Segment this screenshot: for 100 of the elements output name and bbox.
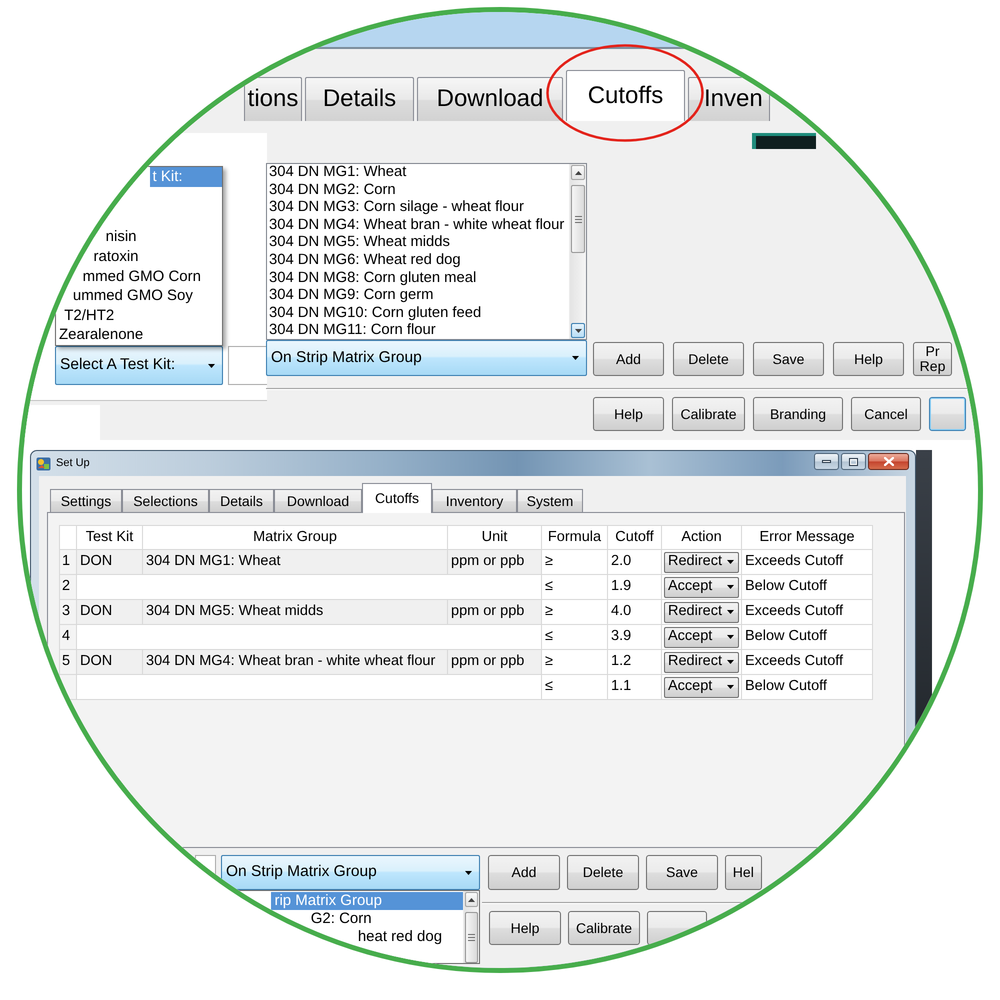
tab[interactable]: Download	[274, 489, 362, 512]
scrollbar[interactable]	[463, 891, 479, 963]
column-header: Cutoff	[608, 526, 662, 550]
tab[interactable]: Inven	[688, 77, 770, 121]
cancel-button[interactable]: Cancel	[851, 397, 921, 431]
caret-icon	[727, 635, 734, 639]
table-cell: Exceeds Cutoff	[742, 550, 872, 574]
app-icon	[36, 456, 51, 470]
table-cell: DON	[76, 650, 142, 674]
tab[interactable]: Inventory	[432, 489, 517, 512]
pr-rep-button[interactable]: Pr Rep	[913, 342, 952, 376]
column-header: Error Message	[742, 526, 872, 550]
list-item[interactable]: 304 DN MG2: Corn	[269, 182, 569, 200]
input-field[interactable]	[228, 346, 267, 385]
scroll-down-button[interactable]	[571, 323, 585, 338]
list-item[interactable]: 304 DN MG1: Wheat	[269, 164, 569, 182]
tab[interactable]: Download	[417, 77, 563, 121]
scroll-up-button[interactable]	[571, 165, 585, 180]
scrollbar-thumb[interactable]	[571, 185, 585, 253]
tab[interactable]: Cutoffs	[566, 70, 685, 121]
list-item[interactable]: ratoxin	[90, 247, 222, 267]
table-cell: 2.0	[608, 550, 662, 574]
caret-icon	[465, 870, 472, 874]
list-item[interactable]: nisin	[102, 227, 222, 248]
tab[interactable]: tions	[244, 77, 302, 121]
tab[interactable]: Details	[305, 77, 414, 121]
caret-icon	[572, 356, 579, 360]
save-button[interactable]: Save	[753, 342, 824, 376]
dark-bar	[752, 133, 816, 149]
table-cell: ≥	[542, 650, 608, 674]
column-header: Unit	[448, 526, 542, 550]
close-button[interactable]	[868, 453, 909, 470]
save-button[interactable]: Save	[646, 855, 718, 890]
action-select[interactable]: Redirect	[664, 602, 739, 622]
action-select[interactable]: Accept	[664, 576, 739, 598]
action-select[interactable]: Redirect	[664, 652, 739, 672]
list-item[interactable]: T2/HT2	[61, 306, 222, 326]
list-item[interactable]: 304 DN MG9: Corn germ	[269, 287, 569, 305]
list-item[interactable]: 304 DN MG4: Wheat bran - white wheat flour	[269, 216, 569, 234]
table-cell: 304 DN MG5: Wheat midds	[142, 600, 448, 624]
help-button[interactable]: Help	[833, 342, 904, 376]
action-select[interactable]: Accept	[664, 626, 739, 648]
table-cell: ≤	[542, 674, 608, 700]
list-item[interactable]: ummed GMO Soy	[70, 286, 222, 306]
tab[interactable]: Selections	[122, 489, 209, 512]
list-item[interactable]: 304 DN MG3: Corn silage - wheat flour	[269, 199, 569, 217]
table-cell: 4.0	[608, 600, 662, 624]
row-number: 1	[60, 550, 76, 574]
row-number: 2	[60, 574, 76, 600]
table-cell: 1.9	[608, 574, 662, 600]
list-item[interactable]: G2: Corn	[308, 910, 463, 928]
table-cell: Exceeds Cutoff	[742, 650, 872, 674]
delete-button[interactable]: Delete	[673, 342, 744, 376]
caret-icon	[727, 585, 734, 589]
button[interactable]	[929, 397, 966, 431]
list-item[interactable]: 304 DN MG11: Corn flour	[269, 322, 569, 340]
branding-button[interactable]: Branding	[753, 397, 843, 431]
minimize-button[interactable]	[814, 453, 839, 470]
matrix-group-select[interactable]: On Strip Matrix Group	[221, 855, 480, 890]
add-button[interactable]: Add	[593, 342, 664, 376]
calibrate-button[interactable]: Calibrate	[568, 911, 640, 945]
help-button[interactable]: Help	[593, 397, 664, 431]
delete-button[interactable]: Delete	[567, 855, 639, 890]
scrollbar[interactable]	[569, 164, 586, 339]
scroll-up-button[interactable]	[465, 892, 478, 907]
tab[interactable]: Details	[209, 489, 274, 512]
close-icon	[884, 457, 894, 466]
action-select[interactable]: Redirect	[664, 552, 739, 572]
up-arrow-icon	[468, 898, 475, 902]
matrix-group-select[interactable]: On Strip Matrix Group	[266, 340, 587, 376]
column-header: Action	[662, 526, 742, 550]
add-button[interactable]: Add	[488, 855, 560, 890]
tab[interactable]: Cutoffs	[362, 483, 432, 513]
list-item[interactable]: 304 DN MG5: Wheat midds	[269, 234, 569, 252]
scrollbar-thumb[interactable]	[465, 912, 478, 963]
list-item[interactable]: 304 DN MG8: Corn gluten meal	[269, 270, 569, 288]
table-cell: 1.1	[608, 674, 662, 700]
column-header: Test Kit	[76, 526, 142, 550]
table-cell: ppm or ppb	[448, 600, 542, 624]
minimize-icon	[822, 460, 831, 463]
action-select[interactable]: Accept	[664, 676, 739, 698]
list-item[interactable]: 304 DN MG6: Wheat red dog	[269, 252, 569, 270]
table-cell: 304 DN MG1: Wheat	[142, 550, 448, 574]
test-kit-select[interactable]: Select A Test Kit:	[55, 346, 223, 385]
caret-icon	[208, 364, 215, 368]
list-item[interactable]: Zearalenone	[56, 325, 222, 345]
table-cell: ≤	[542, 574, 608, 600]
list-item[interactable]: heat red dog	[354, 928, 463, 946]
maximize-icon	[849, 458, 858, 466]
caret-icon	[727, 560, 734, 564]
tab[interactable]: System	[517, 489, 583, 512]
hel-button[interactable]: Hel	[725, 855, 762, 890]
maximize-button[interactable]	[841, 453, 866, 470]
list-item[interactable]: mmed GMO Corn	[80, 266, 222, 286]
calibrate-button[interactable]: Calibrate	[672, 397, 745, 431]
table-cell: Below Cutoff	[742, 574, 872, 600]
list-item[interactable]: 304 DN MG10: Corn gluten feed	[269, 304, 569, 322]
tab[interactable]: Settings	[50, 489, 122, 512]
help-button[interactable]: Help	[489, 911, 561, 945]
table-cell: Below Cutoff	[742, 624, 872, 650]
